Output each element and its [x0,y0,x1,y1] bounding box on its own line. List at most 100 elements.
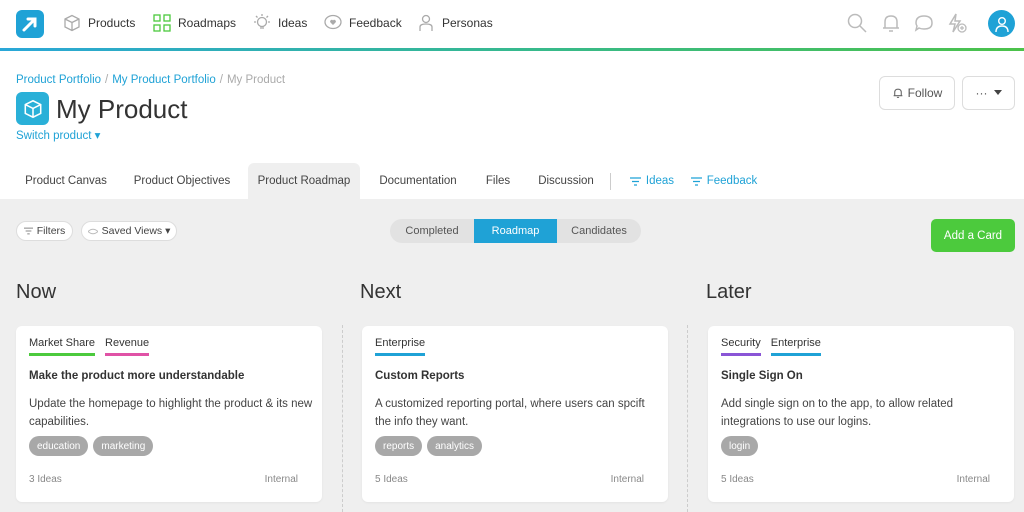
nav-ideas[interactable]: Ideas [252,12,307,34]
search-icon[interactable] [846,12,868,34]
card-visibility: Internal [264,474,298,485]
arrow-logo-icon [22,17,37,32]
chat-icon[interactable] [913,12,935,34]
label-chip[interactable]: login [721,436,759,456]
nav-roadmaps-label: Roadmaps [178,16,237,30]
card-tag[interactable]: Enterprise [375,337,426,356]
box-icon [24,99,41,118]
column-title-next: Next [360,281,402,303]
filter-lines-icon [629,176,641,186]
saved-views-dropdown[interactable]: Saved Views ▾ [81,221,177,241]
card-tags: Market Share Revenue [29,337,150,356]
breadcrumb-current: My Product [226,74,286,86]
roadmap-card[interactable]: Market Share Revenue Make the product mo… [16,326,322,502]
card-visibility: Internal [610,474,644,485]
page-title: My Product [56,94,188,124]
segment-candidates[interactable]: Candidates [557,219,641,243]
tab-ideas-link[interactable]: Ideas [622,163,682,199]
label-chip[interactable]: reports [375,436,423,456]
card-description: A customized reporting portal, where use… [375,398,645,428]
persona-icon [419,14,433,31]
more-label: ··· [975,86,988,100]
filters-button[interactable]: Filters [16,221,73,241]
filters-label: Filters [36,225,66,237]
nav-ideas-label: Ideas [278,16,308,30]
card-description: Update the homepage to highlight the pro… [29,398,313,428]
card-tags: Enterprise [375,337,426,356]
filter-lines-icon [23,227,33,235]
tab-ideas-label: Ideas [645,175,675,187]
card-title: Custom Reports [375,370,465,382]
follow-label: Follow [907,86,943,100]
eye-icon [87,228,98,234]
feedback-heart-icon [324,14,342,30]
card-ideas-count: 5 Ideas [375,474,408,485]
switch-product-link[interactable]: Switch product ▾ [16,128,100,142]
segment-roadmap[interactable]: Roadmap [474,219,557,243]
card-description: Add single sign on to the app, to allow … [721,398,954,428]
saved-views-label: Saved Views ▾ [101,225,171,237]
tab-files[interactable]: Files [477,163,519,199]
card-tag[interactable]: Enterprise [770,337,821,356]
tab-product-objectives[interactable]: Product Objectives [124,163,240,199]
card-ideas-count: 3 Ideas [29,474,62,485]
column-divider [687,325,688,512]
lightbulb-icon [254,14,270,29]
roadmap-card[interactable]: Enterprise Custom Reports A customized r… [362,326,668,502]
product-icon [16,92,49,125]
nav-personas[interactable]: Personas [416,12,493,34]
card-tag[interactable]: Security [721,337,761,356]
column-title-now: Now [16,281,57,303]
card-visibility: Internal [956,474,990,485]
more-actions-button[interactable]: ··· [962,76,1015,110]
top-nav: Products Roadmaps Ideas Feedback Persona… [0,0,1024,48]
bell-icon[interactable] [880,12,902,34]
nav-products-label: Products [88,16,136,30]
caret-down-icon [993,90,1002,95]
nav-feedback[interactable]: Feedback [323,12,402,34]
tab-divider [610,173,611,190]
nav-gradient-border [0,48,1024,51]
tab-product-roadmap[interactable]: Product Roadmap [248,163,360,199]
nav-products[interactable]: Products [62,12,135,34]
label-chip[interactable]: marketing [93,436,154,456]
bell-icon [893,88,903,98]
breadcrumb-product-portfolio[interactable]: Product Portfolio [16,74,101,86]
add-card-button[interactable]: Add a Card [931,219,1015,252]
card-ideas-count: 5 Ideas [721,474,754,485]
breadcrumb-my-product-portfolio[interactable]: My Product Portfolio [112,74,216,86]
nav-personas-label: Personas [442,16,493,30]
roadmap-grid-icon [153,14,171,32]
card-tags: Security Enterprise [721,337,821,356]
breadcrumb: Product Portfolio / My Product Portfolio… [16,74,285,86]
card-labels: login [721,436,759,456]
label-chip[interactable]: analytics [427,436,483,456]
filter-lines-icon [690,176,702,186]
lightning-add-icon[interactable] [946,12,968,34]
card-tag[interactable]: Market Share [29,337,96,356]
label-chip[interactable]: education [29,436,89,456]
segment-completed[interactable]: Completed [390,219,474,243]
card-title: Single Sign On [721,370,803,382]
tab-product-canvas[interactable]: Product Canvas [16,163,116,199]
box-icon [64,14,80,32]
column-title-later: Later [706,281,752,303]
app-logo[interactable] [16,10,44,38]
card-tag[interactable]: Revenue [105,337,150,356]
breadcrumb-separator: / [105,74,109,86]
follow-button[interactable]: Follow [879,76,955,110]
nav-feedback-label: Feedback [349,16,402,30]
card-title: Make the product more understandable [29,370,245,382]
nav-roadmaps[interactable]: Roadmaps [152,12,236,34]
avatar[interactable] [988,10,1015,37]
tab-documentation[interactable]: Documentation [369,163,467,199]
user-avatar-icon [994,16,1009,32]
tab-discussion[interactable]: Discussion [530,163,602,199]
tab-bar: Product Canvas Product Objectives Produc… [0,163,1024,199]
roadmap-card[interactable]: Security Enterprise Single Sign On Add s… [708,326,1014,502]
tab-feedback-link[interactable]: Feedback [686,163,762,199]
roadmap-board: Filters Saved Views ▾ Completed Roadmap … [0,199,1024,512]
breadcrumb-separator: / [219,74,223,86]
card-labels: reports analytics [375,436,483,456]
tab-feedback-label: Feedback [706,175,758,187]
